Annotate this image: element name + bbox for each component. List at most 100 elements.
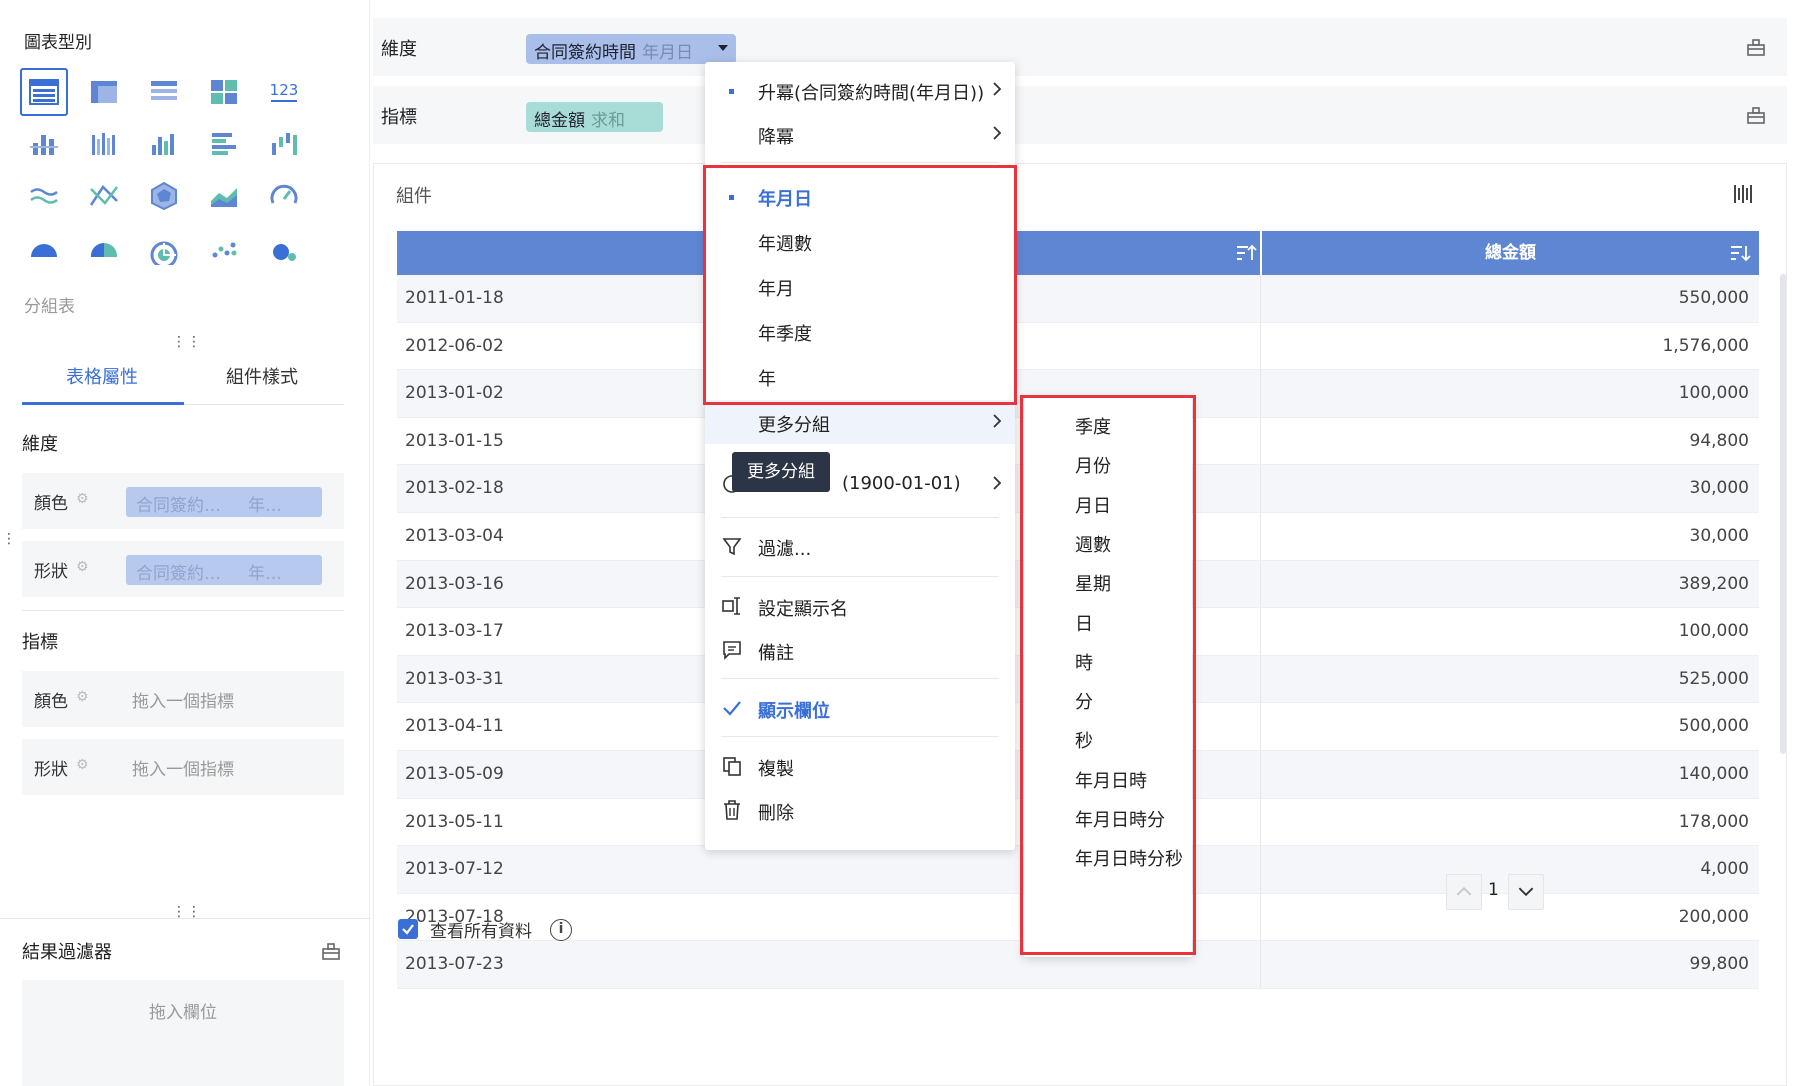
cross-table-icon[interactable] [80, 68, 128, 116]
section-divider [22, 610, 344, 611]
menu-item-show-field[interactable]: 顯示欄位 [705, 686, 1015, 730]
horizontal-bar-icon[interactable] [200, 120, 248, 168]
date-cell: 2013-05-11 [405, 811, 504, 832]
table-row[interactable]: 2012-06-02 1,576,000 [397, 322, 1759, 371]
gear-icon[interactable]: ⚙ [76, 491, 94, 509]
column-separator [1260, 560, 1261, 608]
rename-icon [722, 597, 740, 615]
resize-grip[interactable]: ⋮⋮ [172, 905, 202, 919]
menu-item-sort-desc[interactable]: 降冪 [705, 112, 1015, 156]
column-separator [1260, 608, 1261, 655]
stacked-bar-icon[interactable] [20, 120, 68, 168]
active-tab-indicator [22, 402, 184, 405]
info-icon[interactable]: i [550, 919, 572, 941]
dimension-field-name: 合同簽約時間 [534, 43, 636, 63]
tab-component-style[interactable]: 組件樣式 [226, 363, 298, 389]
clear-icon[interactable] [1745, 104, 1767, 126]
table-row[interactable]: 2011-01-18 550,000 [397, 275, 1759, 323]
column-header-total: 總金額 [1260, 231, 1759, 275]
highlight-box-groupings [703, 165, 1017, 405]
total-amount-cell: 550,000 [1678, 288, 1749, 308]
metric-field-pill[interactable]: 總金額 求和 [526, 102, 663, 132]
area-chart-icon[interactable] [200, 172, 248, 220]
pie-chart-icon[interactable] [80, 224, 128, 272]
dual-line-icon[interactable] [80, 172, 128, 220]
column-separator [1260, 846, 1261, 893]
metric-bar: 指標 總金額 求和 [373, 86, 1787, 144]
menu-divider [721, 576, 999, 577]
sort-icon[interactable] [1729, 243, 1751, 263]
menu-item-copy[interactable]: 複製 [705, 744, 1015, 788]
sort-icon[interactable] [1235, 243, 1257, 263]
menu-item-note[interactable]: 備註 [705, 628, 1015, 672]
rose-chart-icon[interactable] [140, 224, 188, 272]
menu-divider [721, 736, 999, 737]
menu-item-filter[interactable]: 過濾... [705, 524, 1015, 568]
dimension-section-title: 維度 [22, 434, 58, 455]
column-separator [1260, 465, 1261, 512]
gauge-icon[interactable] [260, 172, 308, 220]
detail-table-icon[interactable] [140, 68, 188, 116]
total-amount-cell: 500,000 [1678, 716, 1749, 737]
view-all-label[interactable]: 查看所有資料 [430, 917, 532, 942]
chevron-right-icon [993, 414, 1002, 428]
line-chart-icon[interactable] [20, 172, 68, 220]
total-amount-cell: 178,000 [1678, 811, 1749, 832]
bar-chart-icon[interactable] [140, 120, 188, 168]
date-cell: 2013-03-17 [405, 621, 504, 642]
dimension-bar: 維度 合同簽約時間 年月日 [373, 18, 1787, 76]
dim-shape-chip[interactable]: 合同簽約… 年… [126, 555, 322, 585]
column-separator [1260, 703, 1261, 750]
metric-shape-dropzone[interactable]: 拖入一個指標 [132, 755, 234, 780]
menu-item-set-display-name[interactable]: 設定顯示名 [705, 584, 1015, 628]
date-cell: 2013-02-18 [405, 478, 504, 499]
page-prev-button[interactable] [1446, 874, 1482, 910]
chip-sub: 年… [248, 496, 282, 516]
vertical-scrollbar[interactable] [1780, 274, 1786, 754]
chevron-right-icon [993, 126, 1002, 140]
grouped-table-icon[interactable] [20, 68, 68, 116]
total-amount-cell: 389,200 [1678, 573, 1749, 594]
clear-icon[interactable] [1745, 36, 1767, 58]
chip-sub: 年… [248, 564, 282, 584]
dimension-field-sub: 年月日 [642, 43, 693, 63]
menu-item-sort-asc[interactable]: 升冪(合同簽約時間(年月日)) [705, 68, 1015, 112]
menu-item-delete[interactable]: 刪除 [705, 788, 1015, 832]
kpi-number-icon[interactable]: 123 [260, 68, 308, 116]
total-amount-cell: 525,000 [1678, 668, 1749, 689]
menu-item-more-groups[interactable]: 更多分組 [705, 400, 1015, 444]
metric-label: 指標 [381, 107, 417, 128]
barcode-icon[interactable] [1732, 182, 1756, 206]
dim-color-label: 顏色 [34, 494, 68, 514]
tab-table-properties[interactable]: 表格屬性 [66, 363, 138, 389]
clear-icon[interactable] [320, 940, 342, 962]
card-title: 組件 [396, 186, 432, 207]
bubble-icon[interactable] [260, 224, 308, 272]
dim-color-chip[interactable]: 合同簽約… 年… [126, 487, 322, 517]
chart-type-title: 圖表型別 [24, 33, 92, 53]
radar-chart-icon[interactable] [140, 172, 188, 220]
column-separator [1260, 513, 1261, 560]
gear-icon[interactable]: ⚙ [76, 757, 94, 775]
waterfall-icon[interactable] [260, 120, 308, 168]
page-next-button[interactable] [1508, 874, 1544, 910]
chip-field: 合同簽約… [136, 564, 221, 584]
result-filter-dropzone[interactable]: 拖入欄位 [22, 980, 344, 1086]
gear-icon[interactable]: ⚙ [76, 689, 94, 707]
selected-chart-label: 分組表 [24, 297, 75, 317]
total-amount-cell: 100,000 [1678, 383, 1749, 404]
column-separator [1260, 322, 1261, 370]
column-separator [1260, 655, 1261, 703]
half-pie-icon[interactable] [20, 224, 68, 272]
gear-icon[interactable]: ⚙ [76, 559, 94, 577]
grouped-bar-icon[interactable] [80, 120, 128, 168]
date-cell: 2011-01-18 [405, 288, 504, 308]
view-all-checkbox[interactable] [398, 919, 418, 939]
multi-chart-icon[interactable] [200, 68, 248, 116]
column-separator [1260, 275, 1261, 322]
total-amount-cell: 99,800 [1689, 954, 1749, 975]
panel-collapse-handle[interactable]: ⋮ [2, 532, 17, 546]
metric-color-dropzone[interactable]: 拖入一個指標 [132, 687, 234, 712]
scatter-icon[interactable] [200, 224, 248, 272]
dimension-field-pill[interactable]: 合同簽約時間 年月日 [526, 34, 736, 64]
